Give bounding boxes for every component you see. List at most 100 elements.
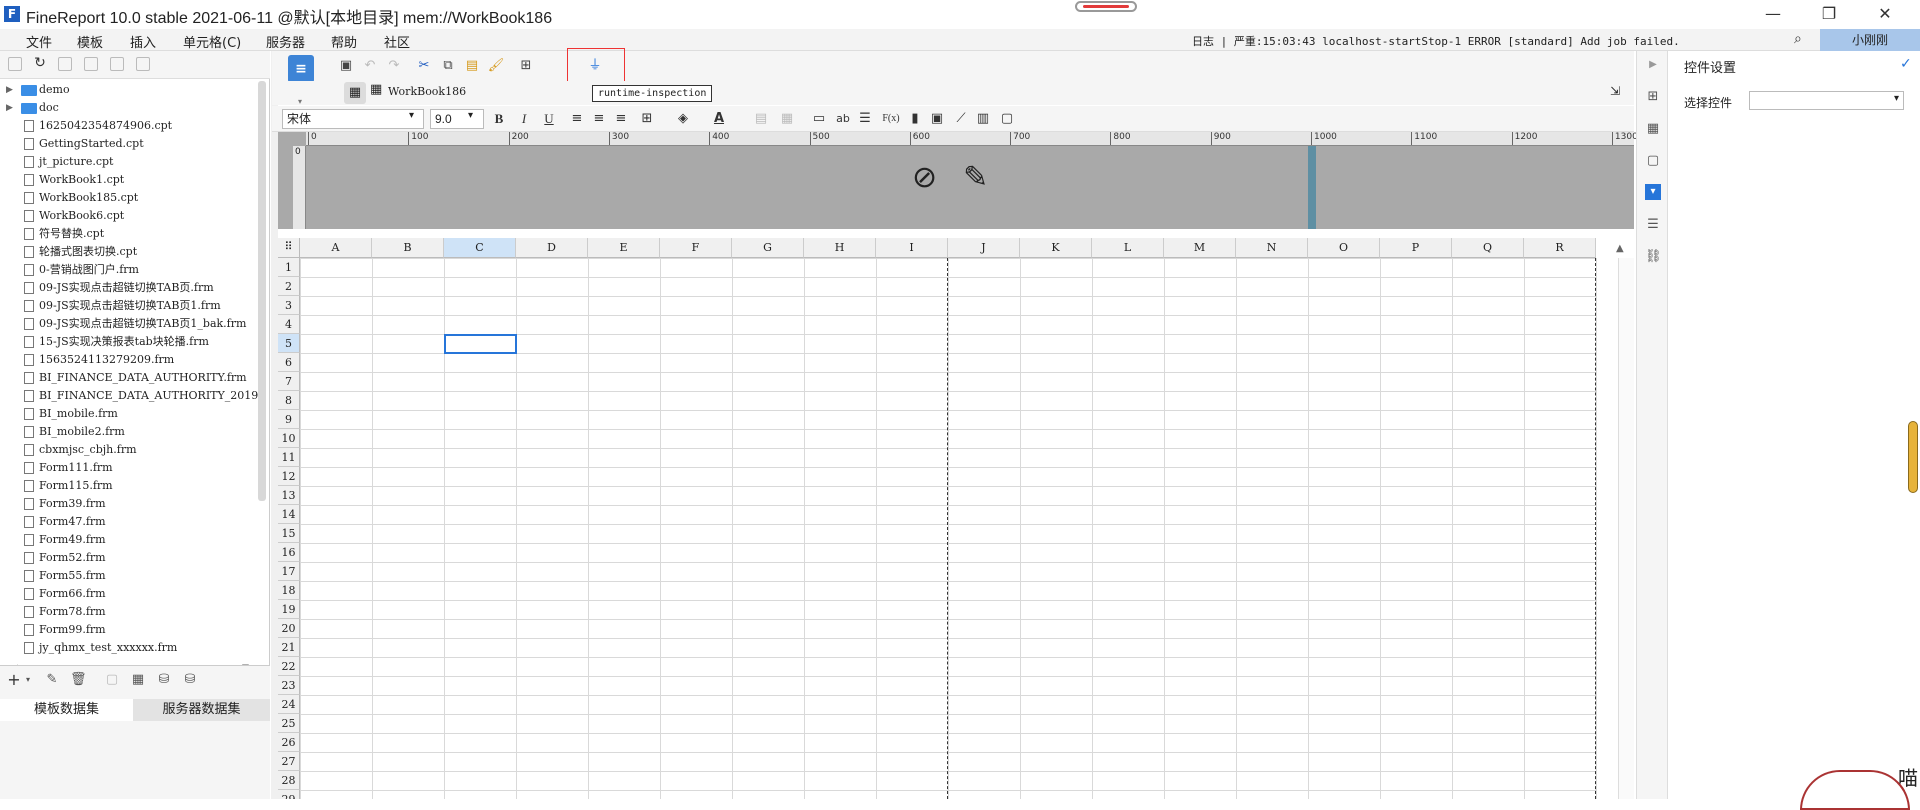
tree-folder[interactable]: ▶ demo <box>0 81 258 99</box>
row-header-cell[interactable]: 17 <box>278 562 300 581</box>
column-header-cell[interactable]: E <box>588 238 660 258</box>
edit-pencil-icon[interactable]: ✎ <box>963 160 988 195</box>
column-header-cell[interactable]: G <box>732 238 804 258</box>
rich-text-icon[interactable]: ☰ <box>856 109 874 129</box>
drag-handle[interactable] <box>1075 1 1137 12</box>
row-header-cell[interactable]: 22 <box>278 657 300 676</box>
expand-arrow-icon[interactable]: ▾ <box>298 97 302 106</box>
chart-icon[interactable]: ▮ <box>906 109 924 129</box>
row-header-cell[interactable]: 8 <box>278 391 300 410</box>
row-header-cell[interactable]: 11 <box>278 448 300 467</box>
tree-file[interactable]: cbxmjsc_cbjh.frm <box>0 441 258 459</box>
settings-icon[interactable] <box>84 57 98 71</box>
user-account[interactable]: 小刚刚 <box>1820 29 1920 51</box>
row-header-cell[interactable]: 15 <box>278 524 300 543</box>
column-header-cell[interactable]: O <box>1308 238 1380 258</box>
fill-color-icon[interactable]: ◈ <box>674 109 692 129</box>
column-header-cell[interactable]: Q <box>1452 238 1524 258</box>
tree-file[interactable]: 09-JS实现点击超链切换TAB页.frm <box>0 279 258 297</box>
row-header-cell[interactable]: 10 <box>278 429 300 448</box>
subreport-icon[interactable]: ▥ <box>974 109 992 129</box>
preview-icon[interactable]: ▢ <box>104 672 120 688</box>
select-all-corner[interactable]: ⠿ <box>278 238 300 258</box>
new-folder-icon[interactable] <box>8 57 22 71</box>
row-header-cell[interactable]: 21 <box>278 638 300 657</box>
font-family-dropdown-icon[interactable]: ▾ <box>409 110 414 121</box>
tree-file[interactable]: Form39.frm <box>0 495 258 513</box>
check-icon[interactable]: ✓ <box>1900 56 1912 72</box>
cell-element-icon[interactable]: ▦ <box>1645 121 1661 137</box>
search-icon[interactable]: ⌕ <box>1794 31 1802 47</box>
column-header-cell[interactable]: M <box>1164 238 1236 258</box>
row-header-cell[interactable]: 23 <box>278 676 300 695</box>
row-header-cell[interactable]: 4 <box>278 315 300 334</box>
column-header-cell[interactable]: C <box>444 238 516 258</box>
row-header-cell[interactable]: 25 <box>278 714 300 733</box>
format-painter-icon[interactable]: 🖌 <box>486 56 506 76</box>
grid-view-icon[interactable]: ▦ <box>344 82 366 104</box>
column-header-cell[interactable]: K <box>1020 238 1092 258</box>
row-header-cell[interactable]: 2 <box>278 277 300 296</box>
database-connect-icon[interactable]: ⛁ <box>182 672 198 688</box>
tree-file[interactable]: 1563524113279209.frm <box>0 351 258 369</box>
align-center-icon[interactable]: ≡ <box>590 109 608 129</box>
tree-file[interactable]: WorkBook185.cpt <box>0 189 258 207</box>
scroll-up-icon[interactable]: ▲ <box>1616 243 1624 254</box>
row-header-cell[interactable]: 1 <box>278 258 300 277</box>
border-icon[interactable]: ⊞ <box>638 109 656 129</box>
edit-icon[interactable]: ✎ <box>44 672 60 688</box>
column-header-cell[interactable]: N <box>1236 238 1308 258</box>
row-header-cell[interactable]: 20 <box>278 619 300 638</box>
tree-file[interactable]: Form55.frm <box>0 567 258 585</box>
dropdown-arrow-icon[interactable]: ▾ <box>20 672 36 688</box>
font-family-select[interactable]: 宋体 <box>282 109 424 129</box>
tab-server-dataset[interactable]: 服务器数据集 <box>133 699 270 721</box>
tree-file[interactable]: 09-JS实现点击超链切换TAB页1.frm <box>0 297 258 315</box>
row-header-cell[interactable]: 9 <box>278 410 300 429</box>
cell-attr-icon[interactable]: ⊞ <box>1645 89 1661 105</box>
tree-folder[interactable]: ▶ doc <box>0 99 258 117</box>
panel-splitter[interactable] <box>271 51 278 799</box>
row-header-cell[interactable]: 19 <box>278 600 300 619</box>
delete-dataset-icon[interactable]: 🗑 <box>70 672 87 688</box>
delete-icon[interactable] <box>110 57 124 71</box>
row-header-cell[interactable]: 27 <box>278 752 300 771</box>
tree-file[interactable]: WorkBook6.cpt <box>0 207 258 225</box>
close-button[interactable]: ✕ <box>1862 0 1908 29</box>
tree-file[interactable]: GettingStarted.cpt <box>0 135 258 153</box>
condition-icon[interactable]: ☰ <box>1645 217 1661 233</box>
tree-file[interactable]: BI_mobile.frm <box>0 405 258 423</box>
row-header-cell[interactable]: 16 <box>278 543 300 562</box>
menu-template[interactable]: 模板 <box>77 32 103 51</box>
tab-menu-icon[interactable]: ⇲ <box>1610 84 1620 98</box>
tree-file[interactable]: jy_qhmx_test_xxxxxx.frm <box>0 639 258 657</box>
row-header-cell[interactable]: 14 <box>278 505 300 524</box>
column-header-cell[interactable]: B <box>372 238 444 258</box>
tree-file[interactable]: jt_picture.cpt <box>0 153 258 171</box>
row-header-cell[interactable]: 26 <box>278 733 300 752</box>
hidden-eye-icon[interactable]: ⊘ <box>912 160 937 195</box>
menu-help[interactable]: 帮助 <box>331 32 357 51</box>
expand-right-icon[interactable]: ▶ <box>1645 57 1661 73</box>
tree-file[interactable]: Form111.frm <box>0 459 258 477</box>
tree-file[interactable]: 1625042354874906.cpt <box>0 117 258 135</box>
cut-icon[interactable]: ✂ <box>414 56 434 76</box>
template-mode-icon[interactable]: ≡ <box>288 55 314 83</box>
paste-icon[interactable]: ▤ <box>462 56 482 76</box>
row-header-cell[interactable]: 7 <box>278 372 300 391</box>
refresh-icon[interactable]: ↻ <box>33 56 47 71</box>
chevron-down-icon[interactable]: ▾ <box>1894 93 1899 104</box>
database-icon[interactable]: ⛁ <box>156 672 172 688</box>
column-header-cell[interactable]: H <box>804 238 876 258</box>
merge-cell-icon[interactable]: ▤ <box>752 109 770 129</box>
menu-server[interactable]: 服务器 <box>266 32 305 51</box>
row-header-cell[interactable]: 24 <box>278 695 300 714</box>
formula-icon[interactable]: F(x) <box>880 109 902 129</box>
column-header-cell[interactable]: P <box>1380 238 1452 258</box>
redo-icon[interactable]: ↷ <box>384 56 404 76</box>
italic-button[interactable]: I <box>515 109 533 129</box>
column-header-cell[interactable]: L <box>1092 238 1164 258</box>
side-handle[interactable] <box>1908 421 1918 493</box>
expand-caret-icon[interactable]: ▶ <box>6 99 13 117</box>
row-header-cell[interactable]: 29 <box>278 790 300 799</box>
